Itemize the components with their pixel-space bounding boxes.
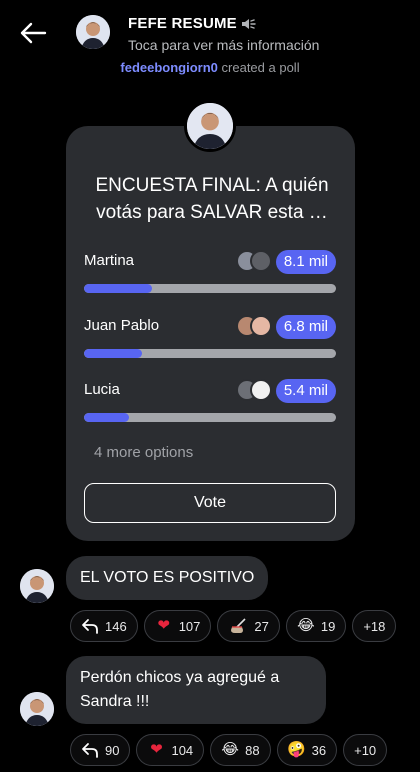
voter-avatar xyxy=(250,379,272,401)
voter-avatar xyxy=(250,315,272,337)
laughing-reaction[interactable]: 😂 88 xyxy=(210,734,271,766)
poll-option-bar xyxy=(84,413,336,422)
reaction-count: 88 xyxy=(245,742,260,758)
channel-subtitle[interactable]: Toca para ver más información xyxy=(128,37,319,53)
channel-title[interactable]: FEFE RESUME xyxy=(128,15,259,32)
more-reactions-button[interactable]: +10 xyxy=(343,734,388,766)
speaker-icon xyxy=(241,18,256,29)
message-bubble[interactable]: EL VOTO ES POSITIVO xyxy=(66,556,269,600)
poll-creator-username[interactable]: fedeebongiorn0 xyxy=(120,60,218,75)
more-options-link[interactable]: 4 more options xyxy=(94,444,193,461)
reply-reaction[interactable]: 90 xyxy=(70,734,131,766)
reply-reaction[interactable]: 146 xyxy=(70,610,138,642)
reply-arrow-icon xyxy=(82,619,98,634)
reaction-count: 19 xyxy=(320,618,336,634)
reaction-count: 146 xyxy=(105,618,127,634)
channel-name: FEFE RESUME xyxy=(128,15,237,32)
reaction-count: 27 xyxy=(254,618,269,634)
voter-avatars xyxy=(236,315,276,339)
poll-option-bar-fill xyxy=(84,284,153,293)
laughing-reaction[interactable]: 😂 19 xyxy=(285,610,347,642)
more-reactions-count: +18 xyxy=(363,618,386,634)
reaction-count: 104 xyxy=(171,742,194,758)
red-heart-icon: ❤ xyxy=(157,617,170,634)
back-arrow-icon[interactable] xyxy=(18,18,48,48)
message-text-line: Sandra !!! xyxy=(80,693,150,710)
poll-card: ENCUESTA FINAL: A quién votás para SALVA… xyxy=(66,126,355,541)
poll-option-label: Juan Pablo xyxy=(84,317,160,334)
poll-question: ENCUESTA FINAL: A quién votás para SALVA… xyxy=(95,175,329,223)
poll-option-bar-fill xyxy=(84,413,130,422)
poll-creator-avatar[interactable] xyxy=(184,100,236,152)
poll-created-text: created a poll xyxy=(221,60,300,75)
poll-option-label: Lucia xyxy=(84,381,120,398)
poll-option-count: 8.1 mil xyxy=(275,250,336,274)
poll-option-juan-pablo[interactable]: Juan Pablo 6.8 mil xyxy=(84,315,336,365)
poll-created-notice: fedeebongiorn0 created a poll xyxy=(0,60,420,75)
poll-option-martina[interactable]: Martina 8.1 mil xyxy=(84,250,336,300)
heart-reaction[interactable]: ❤ 104 xyxy=(136,734,205,766)
reaction-bar: 146 ❤ 107 27 😂 19 +18 xyxy=(70,610,397,642)
reaction-bar: 90 ❤ 104 😂 88 🤪 36 +10 xyxy=(70,734,388,766)
poll-option-count: 6.8 mil xyxy=(275,315,336,339)
poll-option-bar-fill xyxy=(84,349,142,358)
heart-reaction[interactable]: ❤ 107 xyxy=(143,610,212,642)
poll-option-bar xyxy=(84,284,336,293)
red-heart-icon: ❤ xyxy=(150,741,163,758)
message-text-line: Perdón chicos ya agregué a xyxy=(80,669,280,686)
chat-header: FEFE RESUME Toca para ver más informació… xyxy=(0,0,420,62)
vote-button[interactable]: Vote xyxy=(84,483,336,523)
mate-reaction[interactable]: 27 xyxy=(217,610,280,642)
reaction-count: 90 xyxy=(105,742,120,758)
laughing-face-icon: 😂 xyxy=(297,617,315,634)
channel-avatar[interactable] xyxy=(76,15,110,49)
message-bubble[interactable]: Perdón chicos ya agregué a Sandra !!! xyxy=(66,656,326,724)
reaction-count: 107 xyxy=(178,618,201,634)
message-text: EL VOTO ES POSITIVO xyxy=(80,569,255,586)
poll-option-bar xyxy=(84,349,336,358)
voter-avatar xyxy=(250,250,272,272)
poll-option-count: 5.4 mil xyxy=(275,379,336,403)
voter-avatars xyxy=(236,250,276,274)
laughing-face-icon: 😂 xyxy=(221,741,239,758)
zany-reaction[interactable]: 🤪 36 xyxy=(276,734,338,766)
more-reactions-button[interactable]: +18 xyxy=(352,610,397,642)
more-reactions-count: +10 xyxy=(354,742,377,758)
message-avatar[interactable] xyxy=(20,569,54,603)
message-avatar[interactable] xyxy=(20,692,54,726)
poll-option-lucia[interactable]: Lucia 5.4 mil xyxy=(84,379,336,429)
zany-face-icon: 🤪 xyxy=(287,741,306,758)
voter-avatars xyxy=(236,379,276,403)
reaction-count: 36 xyxy=(311,742,327,758)
mate-icon xyxy=(231,618,246,633)
reply-arrow-icon xyxy=(82,743,98,758)
poll-option-label: Martina xyxy=(84,252,135,269)
